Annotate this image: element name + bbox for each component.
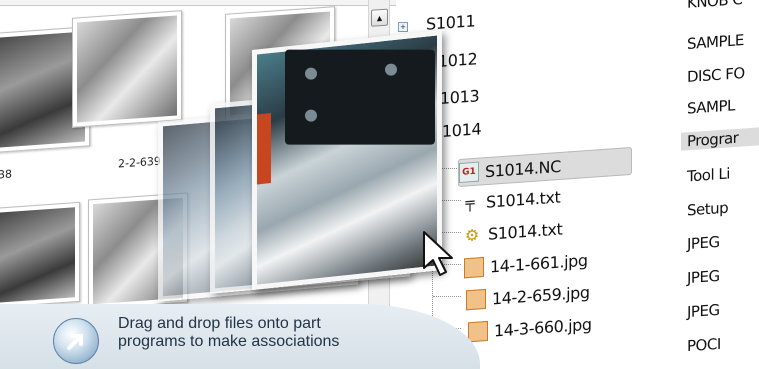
vise-jaw [257,112,271,185]
thumbnail-caption: 2-2-639 [118,154,161,171]
description-cell: DISC FO [687,63,745,87]
hint-text: Drag and drop files onto part programs t… [118,315,448,351]
thumbnail-image[interactable] [72,10,182,128]
description-cell: POCI [687,334,721,356]
hint-arrow-icon [53,318,99,364]
mouse-pointer-icon [423,231,453,276]
nc-program-icon: G1 [459,161,479,184]
chevron-up-icon: ▲ [375,12,384,24]
scroll-up-button[interactable]: ▲ [371,8,388,27]
description-cell: KNOB C [687,0,743,12]
hint-line: programs to make associations [118,333,340,350]
description-cell: JPEG [687,232,720,254]
file-name: S1014.txt [486,186,561,212]
file-name: 14-3-660.jpg [494,314,592,341]
description-cell: SAMPLE [687,31,744,53]
description-cell: Tool Li [687,164,730,186]
file-name: S1014.NC [485,156,561,181]
file-name: 14-2-659.jpg [492,282,590,309]
setup-gear-icon: ⚙ [464,224,480,245]
jpeg-image-icon [468,320,488,343]
tree-file-row[interactable]: 14-3-660.jpg [468,310,592,347]
tree-file-row[interactable]: G1 S1014.NC [458,146,632,188]
dragged-image-preview[interactable] [252,30,442,290]
jpeg-image-icon [464,256,484,279]
description-cell: SAMPL [687,96,735,118]
pane-top-frame [0,0,396,6]
description-cell: Setup [687,198,729,220]
description-cell: JPEG [687,300,720,322]
tree-expander[interactable]: + [398,22,408,32]
description-cell: Prograr [681,127,759,151]
tree-file-row[interactable]: ⚙ S1014.txt [462,214,563,249]
thumbnail-caption: 38 [0,167,12,182]
tree-file-row[interactable]: 14-1-661.jpg [464,246,588,283]
jpeg-image-icon [466,288,486,311]
tree-connector [433,296,461,297]
tree-file-row[interactable]: ╤ S1014.txt [460,182,560,217]
tool-list-icon: ╤ [465,193,475,213]
description-cell: JPEG [687,266,720,288]
description-column: KNOB C SAMPLE DISC FO SAMPL Prograr Tool… [681,0,759,369]
file-name: 14-1-661.jpg [490,250,588,277]
tree-file-row[interactable]: 14-2-659.jpg [466,278,590,315]
thumbnail-image[interactable] [0,201,80,309]
hint-line: Drag and drop files onto part [118,315,321,332]
file-name: S1014.txt [488,218,563,244]
workpiece-photo [285,49,435,145]
